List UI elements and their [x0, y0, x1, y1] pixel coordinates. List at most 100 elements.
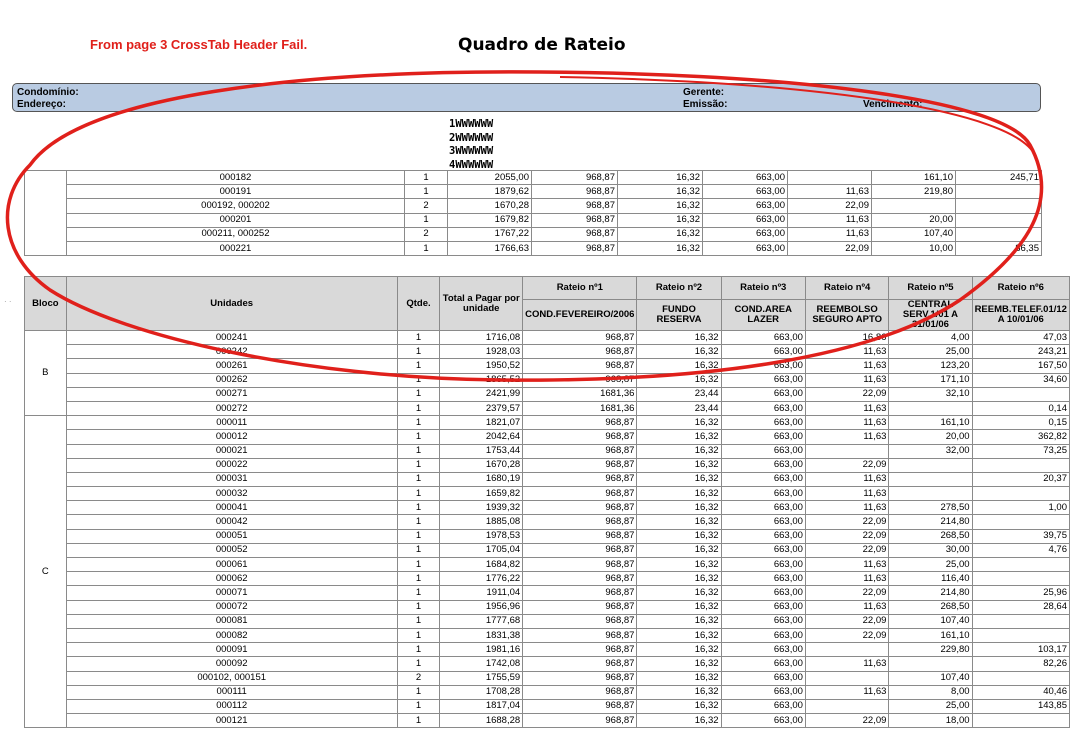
table-cell: 171,10 [888, 372, 973, 388]
table-cell: 4,00 [888, 329, 973, 346]
table-cell: 1 [396, 713, 441, 729]
table-cell: 000102, 000151 [65, 670, 398, 686]
table-cell: 2 [404, 198, 448, 214]
table-cell: 16,32 [636, 599, 722, 615]
side-marker: · · [4, 297, 12, 306]
table-cell: 1 [396, 344, 441, 360]
table-cell: 86,35 [955, 240, 1042, 257]
table-cell: 1 [396, 542, 441, 559]
table-cell: 143,85 [971, 698, 1070, 715]
table-cell: 1 [396, 500, 441, 516]
table-cell: 968,87 [522, 415, 638, 431]
condominio-label: Condomínio: [17, 87, 79, 98]
table-cell: 16,32 [636, 344, 722, 360]
table-cell: 968,87 [522, 542, 638, 559]
table-cell: 16,32 [636, 329, 722, 346]
table-cell: 11,63 [787, 184, 872, 200]
table-cell [955, 198, 1042, 214]
table-cell: 11,63 [804, 571, 890, 587]
table-cell: 25,00 [888, 344, 973, 360]
table-cell: 1 [396, 556, 441, 573]
table-cell: 968,87 [522, 514, 638, 530]
table-cell: 968,87 [522, 585, 638, 601]
table-cell: 968,87 [531, 169, 618, 186]
table-cell: 968,87 [531, 240, 618, 257]
table-cell: 000051 [65, 528, 398, 544]
column-header-qtde: Qtde. [396, 276, 441, 331]
table-cell: 663,00 [720, 500, 806, 516]
table-cell: 229,80 [888, 642, 973, 658]
table-row: 000111 1 1708,28 968,87 16,32 663,00 11,63 8,00… [25, 684, 1070, 700]
table-cell: 000091 [65, 642, 398, 658]
table-cell: 663,00 [720, 443, 806, 459]
annotation-note: From page 3 CrossTab Header Fail. [90, 37, 308, 52]
table-cell: 968,87 [522, 627, 638, 644]
table-cell: 663,00 [720, 585, 806, 601]
table-cell: 000012 [65, 429, 398, 445]
table-cell: 1981,16 [439, 642, 524, 658]
table-cell: 16,32 [636, 585, 722, 601]
table-cell: 1 [396, 415, 441, 431]
rateio-3-description: COND.AREA LAZER [720, 299, 806, 331]
table-cell [888, 656, 973, 672]
table-cell: 11,63 [804, 471, 890, 488]
placeholder-line: 2WWWWWW [449, 131, 494, 144]
table-row: 000072 1 1956,96 968,87 16,32 663,00 11,63 268,… [25, 599, 1070, 615]
table-cell: 16,32 [636, 528, 722, 544]
table-cell: 968,87 [531, 226, 618, 242]
table-cell: 1777,68 [439, 613, 524, 629]
table-cell: 663,00 [720, 642, 806, 658]
table-cell: 16,32 [636, 670, 722, 686]
table-cell: 32,00 [888, 443, 973, 459]
table-cell: 16,32 [617, 212, 703, 228]
table-cell: 000191 [66, 184, 405, 200]
column-header-rateio-1: Rateio nº1 [522, 276, 638, 300]
table-cell [971, 556, 1070, 573]
table-cell: 968,87 [522, 471, 638, 488]
table-cell: 2379,57 [439, 400, 524, 417]
table-cell: 968,87 [531, 212, 618, 228]
table-cell [871, 198, 956, 214]
table-cell: 11,63 [804, 599, 890, 615]
table-cell: 968,87 [522, 571, 638, 587]
table-cell: 663,00 [720, 656, 806, 672]
table-cell: 000082 [65, 627, 398, 644]
table-cell: 968,87 [531, 198, 618, 214]
emissao-label: Emissão: [683, 99, 728, 110]
table-cell: 16,32 [636, 542, 722, 559]
table-cell: 1950,52 [439, 358, 524, 374]
table-row: C 000011 1 1821,07 968,87 16,32 663,00 11,63 161… [24, 415, 1070, 729]
table-cell [955, 184, 1042, 200]
table-cell: 2 [396, 670, 441, 686]
table-cell: 000201 [66, 212, 405, 228]
table-cell: 22,09 [787, 240, 872, 257]
table-cell: 1 [396, 358, 441, 374]
table-cell: 1956,96 [439, 599, 524, 615]
table-cell: 000221 [66, 240, 405, 257]
table-cell: 1831,38 [439, 627, 524, 644]
table-cell: 20,00 [888, 429, 973, 445]
table-cell: 663,00 [720, 670, 806, 686]
table-cell: 214,80 [888, 514, 973, 530]
table-row: 000042 1 1885,08 968,87 16,32 663,00 22,09 214,… [25, 514, 1070, 530]
table-cell [888, 457, 973, 473]
table-row: 000071 1 1911,04 968,87 16,32 663,00 22,09 214,… [25, 585, 1070, 601]
table-cell: 1 [396, 528, 441, 544]
column-header-rateio-2: Rateio nº2 [636, 276, 722, 300]
table-cell: 16,32 [636, 514, 722, 530]
table-cell: 000061 [65, 556, 398, 573]
table-cell: 968,87 [522, 528, 638, 544]
table-cell: 16,32 [636, 358, 722, 374]
table-cell: 278,50 [888, 500, 973, 516]
table-cell: 1 [396, 471, 441, 488]
table-row: 000062 1 1776,22 968,87 16,32 663,00 11,63 116,… [25, 571, 1070, 587]
table-cell: 1 [396, 486, 441, 502]
table-cell: 663,00 [720, 386, 806, 402]
table-cell: 103,17 [971, 642, 1070, 658]
table-cell: 968,87 [522, 599, 638, 615]
table-cell: 11,63 [804, 486, 890, 502]
table-cell: 663,00 [720, 627, 806, 644]
table-cell: 20,37 [971, 471, 1070, 488]
table-cell: 1681,36 [522, 400, 638, 417]
table-cell: 16,32 [636, 684, 722, 700]
